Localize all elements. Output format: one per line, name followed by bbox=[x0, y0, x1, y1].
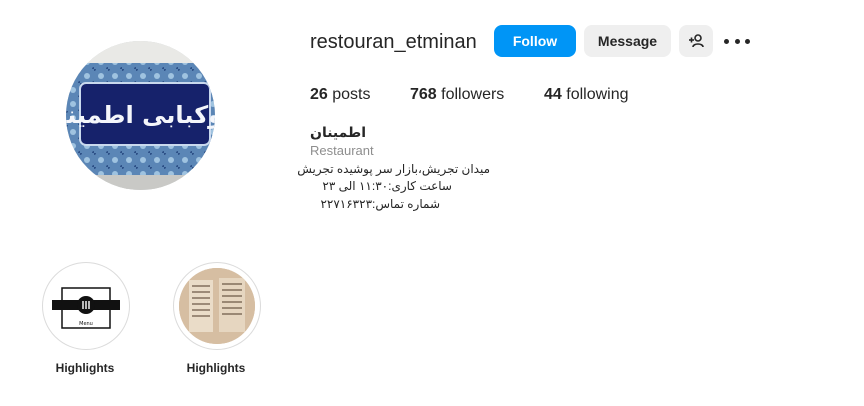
more-icon-dot bbox=[734, 38, 740, 44]
followers-count: 768 bbox=[410, 86, 437, 103]
menu-icon: Menu bbox=[52, 287, 120, 329]
message-button[interactable]: Message bbox=[584, 25, 671, 57]
highlight-cover bbox=[179, 268, 255, 344]
followers-stat[interactable]: 768 followers bbox=[410, 86, 504, 104]
avatar-image: چلوکبابی اطمینان bbox=[66, 41, 215, 190]
more-icon-dot bbox=[745, 38, 750, 44]
following-stat[interactable]: 44 following bbox=[544, 86, 629, 104]
profile-avatar[interactable]: چلوکبابی اطمینان bbox=[66, 41, 215, 190]
bio-name: اطمینان bbox=[310, 124, 367, 140]
bio-address: میدان تجریش،بازار سر پوشیده تجریش bbox=[297, 162, 490, 176]
more-options-button[interactable] bbox=[724, 30, 750, 52]
highlight-item-menu-photo[interactable] bbox=[173, 262, 261, 350]
following-label: following bbox=[566, 86, 629, 103]
bio-category: Restaurant bbox=[310, 143, 374, 158]
highlight-cover: Menu bbox=[48, 268, 124, 344]
username: restouran_etminan bbox=[310, 31, 477, 53]
following-count: 44 bbox=[544, 86, 562, 103]
bio-phone: شماره تماس:۲۲۷۱۶۳۲۳ bbox=[320, 197, 440, 211]
followers-label: followers bbox=[441, 86, 505, 103]
add-user-icon bbox=[689, 34, 704, 48]
highlight-label: Highlights bbox=[55, 361, 115, 375]
menu-photo-image bbox=[179, 268, 255, 344]
posts-label: posts bbox=[332, 86, 371, 103]
follow-button[interactable]: Follow bbox=[494, 25, 576, 57]
avatar-calligraphy: چلوکبابی اطمینان bbox=[66, 101, 215, 129]
posts-count: 26 bbox=[310, 86, 328, 103]
bio-hours: ساعت کاری:۱۱:۳۰ الی ۲۳ bbox=[322, 179, 452, 193]
more-icon bbox=[724, 38, 729, 44]
highlight-label: Highlights bbox=[186, 361, 246, 375]
add-user-button[interactable] bbox=[679, 25, 713, 57]
highlight-item-menu[interactable]: Menu bbox=[42, 262, 130, 350]
posts-stat: 26 posts bbox=[310, 86, 371, 104]
bio: اطمینان Restaurant میدان تجریش،بازار سر … bbox=[297, 123, 510, 223]
highlight-cover-text: Menu bbox=[79, 321, 93, 327]
